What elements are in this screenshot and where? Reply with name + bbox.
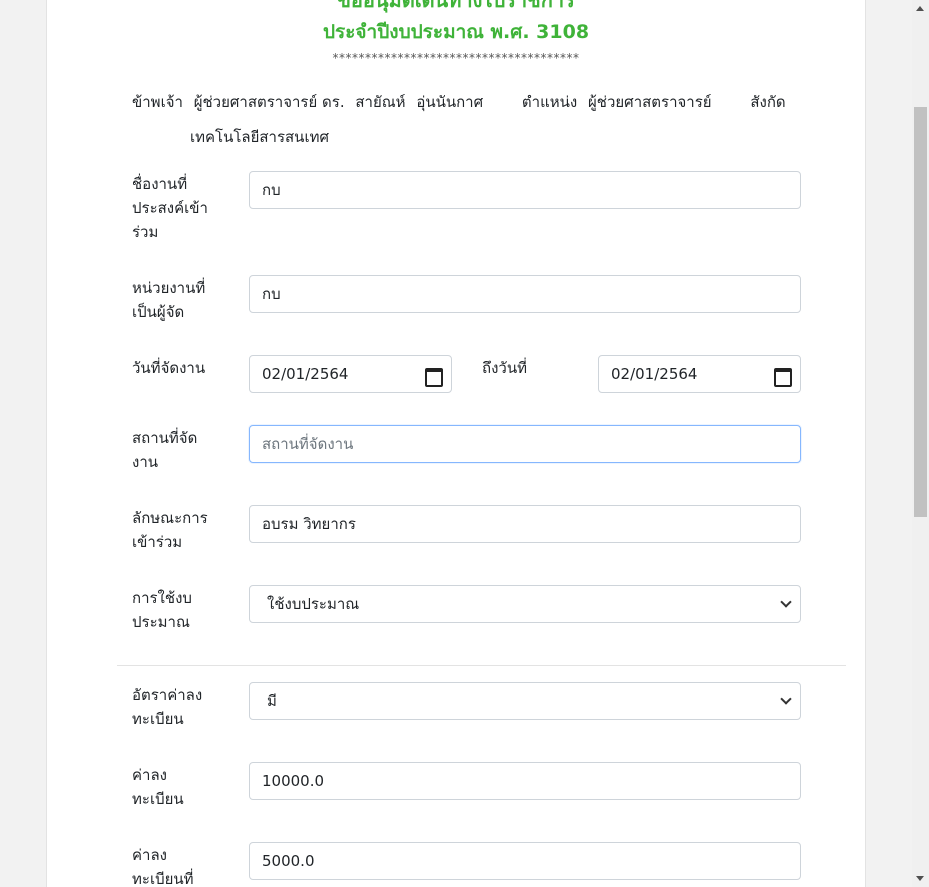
fee-label: ค่าลง ทะเบียน: [132, 763, 184, 811]
organizer-label-line2: เป็นผู้จัด: [132, 303, 185, 321]
budget-label: การใช้งบ ประมาณ: [132, 586, 192, 634]
form-card: ขออนุมัติเดินทางไปราชการ ประจำปีงบประมาณ…: [46, 0, 866, 887]
fee-used-label: ค่าลง ทะเบียนที่: [132, 843, 194, 887]
page-scrollbar[interactable]: [912, 0, 929, 887]
fee-rate-select[interactable]: มี: [249, 682, 801, 720]
start-date-value: 02/01/2564: [262, 365, 349, 383]
venue-label-line1: สถานที่จัด: [132, 429, 198, 447]
fee-rate-label: อัตราค่าลง ทะเบียน: [132, 683, 202, 731]
fee-used-input[interactable]: 5000.0: [249, 842, 801, 880]
end-date-label: ถึงวันที่: [482, 359, 527, 377]
page-subtitle: ประจำปีงบประมาณ พ.ศ. 3108: [322, 21, 590, 43]
calendar-icon[interactable]: [774, 367, 792, 387]
participation-input[interactable]: อบรม วิทยากร: [249, 505, 801, 543]
affiliation-label: สังกัด: [750, 93, 786, 111]
participation-label-line2: เข้าร่วม: [132, 533, 183, 551]
prefix-text: ข้าพเจ้า: [132, 93, 183, 111]
fee-rate-label-line2: ทะเบียน: [132, 710, 184, 728]
venue-input[interactable]: สถานที่จัดงาน: [249, 425, 801, 463]
affiliation-value: เทคโนโลยีสารสนเทศ: [190, 128, 329, 146]
end-date-value: 02/01/2564: [611, 365, 698, 383]
scroll-up-icon[interactable]: [916, 6, 924, 11]
budget-label-line2: ประมาณ: [132, 613, 190, 631]
calendar-icon[interactable]: [425, 367, 443, 387]
event-name-label: ชื่องานที่ ประสงค์เข้า ร่วม: [132, 172, 208, 244]
event-name-label-line1: ชื่องานที่: [132, 175, 188, 193]
fee-label-line2: ทะเบียน: [132, 790, 184, 808]
venue-label: สถานที่จัด งาน: [132, 426, 197, 474]
budget-select[interactable]: ใช้งบประมาณ: [249, 585, 801, 623]
page-title: ขออนุมัติเดินทางไปราชการ: [337, 0, 575, 12]
venue-placeholder: สถานที่จัดงาน: [262, 435, 354, 453]
applicant-info: ข้าพเจ้า ผู้ช่วยศาสตราจารย์ ดร. สายัณห์ …: [132, 92, 792, 112]
section-divider: [117, 665, 846, 666]
first-name: สายัณห์: [355, 93, 406, 111]
budget-selected: ใช้งบประมาณ: [267, 595, 360, 613]
event-name-label-line2: ประสงค์เข้า: [132, 199, 208, 217]
participation-label-line1: ลักษณะการ: [132, 509, 208, 527]
event-name-input[interactable]: กบ: [249, 171, 801, 209]
academic-title: ผู้ช่วยศาสตราจารย์ ดร.: [193, 93, 345, 111]
organizer-label-line1: หน่วยงานที่: [132, 279, 206, 297]
fee-input[interactable]: 10000.0: [249, 762, 801, 800]
end-date-input[interactable]: 02/01/2564: [598, 355, 801, 393]
event-name-label-line3: ร่วม: [132, 223, 159, 241]
position-label: ตำแหน่ง: [521, 93, 578, 111]
venue-label-line2: งาน: [132, 453, 159, 471]
scroll-down-icon[interactable]: [916, 876, 924, 881]
fee-used-label-line1: ค่าลง: [132, 846, 167, 864]
divider-stars: **************************************: [332, 51, 580, 65]
fee-rate-label-line1: อัตราค่าลง: [132, 686, 203, 704]
organizer-input[interactable]: กบ: [249, 275, 801, 313]
chevron-down-icon: [781, 697, 790, 706]
fee-used-label-line2: ทะเบียนที่: [132, 870, 194, 887]
scroll-thumb[interactable]: [914, 107, 927, 517]
start-date-input[interactable]: 02/01/2564: [249, 355, 452, 393]
fee-rate-selected: มี: [267, 692, 277, 710]
budget-label-line1: การใช้งบ: [132, 589, 192, 607]
participation-label: ลักษณะการ เข้าร่วม: [132, 506, 208, 554]
last-name: อุ่นนันกาศ: [416, 93, 484, 111]
chevron-down-icon: [781, 600, 790, 609]
organizer-label: หน่วยงานที่ เป็นผู้จัด: [132, 276, 205, 324]
fee-label-line1: ค่าลง: [132, 766, 167, 784]
position-value: ผู้ช่วยศาสตราจารย์: [588, 93, 712, 111]
start-date-label: วันที่จัดงาน: [132, 359, 206, 377]
